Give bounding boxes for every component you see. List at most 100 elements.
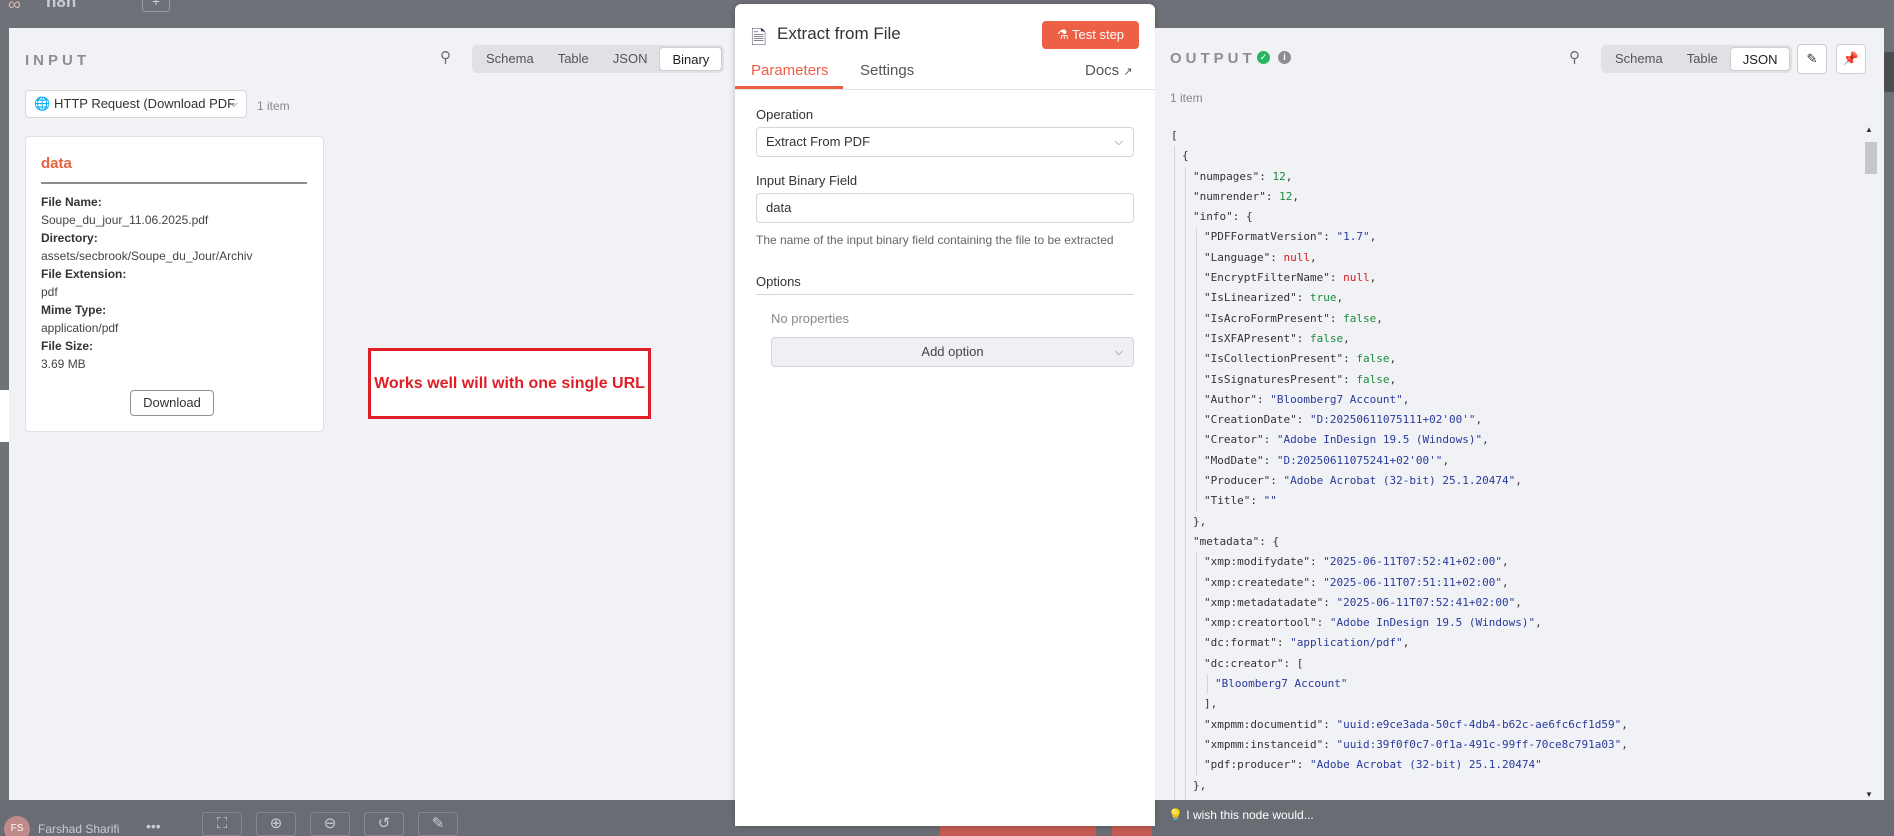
tidy-up-icon[interactable]: ✎ bbox=[418, 812, 458, 836]
input-source-select[interactable]: 🌐 HTTP Request (Download PDF ⌵ bbox=[25, 90, 247, 118]
tab-parameters[interactable]: Parameters bbox=[751, 62, 829, 79]
reset-zoom-icon[interactable]: ↺ bbox=[364, 812, 404, 836]
search-icon[interactable]: ⚲ bbox=[440, 48, 451, 66]
file-extension-label: File Extension: bbox=[41, 267, 127, 281]
json-line: "xmpmm:documentid": "uuid:e9ce3ada-50cf-… bbox=[1171, 714, 1861, 735]
execute-workflow-button[interactable] bbox=[940, 826, 1096, 836]
extract-file-icon: 🗎 bbox=[751, 28, 767, 49]
mime-type-value: application/pdf bbox=[41, 321, 119, 335]
json-token: [ bbox=[1296, 656, 1304, 670]
scroll-up-icon[interactable]: ▲ bbox=[1865, 125, 1873, 134]
json-line: "CreationDate": "D:20250611075111+02'00'… bbox=[1171, 410, 1861, 431]
json-viewer[interactable]: [{"numpages": 12, "numrender": 12, "info":… bbox=[1171, 126, 1861, 800]
json-token: , bbox=[1482, 433, 1489, 447]
add-option-button[interactable]: Add option ⌵ bbox=[771, 337, 1134, 367]
chevron-down-icon: ⌵ bbox=[1114, 136, 1123, 148]
json-token: , bbox=[1369, 271, 1377, 285]
add-tag-button[interactable]: + bbox=[142, 0, 170, 12]
json-token: , bbox=[1336, 291, 1344, 305]
json-token: "uuid:e9ce3ada-50cf-4db4-b62c-ae6fc6cf1d… bbox=[1336, 717, 1622, 731]
json-token: [ bbox=[1171, 129, 1178, 142]
json-line: "xmp:createdate": "2025-06-11T07:51:11+0… bbox=[1171, 572, 1861, 593]
json-token: , bbox=[1502, 555, 1509, 569]
fit-view-icon[interactable]: ⛶ bbox=[202, 812, 242, 836]
file-name-value: Soupe_du_jour_11.06.2025.pdf bbox=[41, 213, 209, 227]
json-token: "numrender": bbox=[1193, 189, 1280, 203]
workflow-title: n8n bbox=[46, 0, 77, 11]
json-token: true bbox=[1309, 291, 1337, 305]
docs-link[interactable]: Docs ↗ bbox=[1085, 62, 1133, 79]
scroll-down-icon[interactable]: ▼ bbox=[1865, 790, 1873, 799]
json-line: "IsLinearized": true, bbox=[1171, 288, 1861, 309]
json-line: "Creator": "Adobe InDesign 19.5 (Windows… bbox=[1171, 430, 1861, 451]
file-size-value: 3.69 MB bbox=[41, 357, 86, 371]
json-token: , bbox=[1309, 250, 1317, 264]
json-token: "text": bbox=[1193, 799, 1246, 800]
json-token: "dc:creator": bbox=[1204, 656, 1297, 670]
search-icon[interactable]: ⚲ bbox=[1569, 48, 1580, 66]
json-token: "Creator": bbox=[1204, 433, 1277, 447]
json-token: "Adobe InDesign 19.5 (Windows)" bbox=[1276, 433, 1483, 447]
json-line: }, bbox=[1171, 511, 1861, 532]
json-token: , bbox=[1369, 230, 1377, 244]
json-line: "EncryptFilterName": null, bbox=[1171, 268, 1861, 289]
json-token: , bbox=[1535, 616, 1542, 630]
json-token: "Producer": bbox=[1204, 474, 1284, 488]
json-token: }, bbox=[1193, 514, 1207, 528]
json-line: { bbox=[1171, 146, 1861, 167]
tab-schema[interactable]: Schema bbox=[474, 47, 546, 71]
json-token: "xmpmm:documentid": bbox=[1204, 717, 1337, 731]
json-token: , bbox=[1389, 352, 1397, 366]
scrollbar[interactable] bbox=[1863, 126, 1879, 800]
json-token: , bbox=[1515, 595, 1522, 609]
json-token: "Bloomberg7 Account" bbox=[1270, 392, 1403, 406]
json-token: false bbox=[1356, 372, 1390, 386]
binary-field-input[interactable]: data bbox=[756, 193, 1134, 223]
binary-property-name: data bbox=[41, 155, 72, 172]
zoom-in-icon[interactable]: ⊕ bbox=[256, 812, 296, 836]
json-token: "application/pdf" bbox=[1290, 636, 1403, 650]
json-token: "2025-06-11T07:52:41+02:00" bbox=[1336, 595, 1516, 609]
json-token: "pdf:producer": bbox=[1204, 758, 1310, 772]
json-token: , bbox=[1621, 737, 1628, 751]
avatar[interactable]: FS bbox=[4, 816, 30, 836]
json-token: , bbox=[1402, 636, 1410, 650]
json-token: "Author": bbox=[1204, 392, 1271, 406]
chevron-down-icon: ⌵ bbox=[1114, 346, 1123, 358]
json-token: , bbox=[1442, 453, 1450, 467]
edit-output-icon[interactable]: ✎ bbox=[1797, 44, 1827, 74]
no-properties-text: No properties bbox=[771, 311, 850, 326]
operation-select[interactable]: Extract From PDF ⌵ bbox=[756, 127, 1134, 157]
test-step-button[interactable]: ⚗ Test step bbox=[1042, 21, 1139, 49]
tab-json[interactable]: JSON bbox=[1729, 47, 1791, 71]
scrollbar-thumb[interactable] bbox=[1865, 142, 1877, 174]
directory-label: Directory: bbox=[41, 231, 98, 245]
tab-json[interactable]: JSON bbox=[601, 47, 660, 71]
divider bbox=[41, 182, 307, 184]
json-token: , bbox=[1285, 169, 1293, 183]
binary-field-label: Input Binary Field bbox=[756, 173, 858, 188]
json-token: "xmpmm:instanceid": bbox=[1204, 737, 1337, 751]
tab-schema[interactable]: Schema bbox=[1603, 47, 1675, 71]
info-icon[interactable]: i bbox=[1278, 51, 1291, 64]
json-line: "dc:format": "application/pdf", bbox=[1171, 633, 1861, 654]
json-line: "IsAcroFormPresent": false, bbox=[1171, 308, 1861, 329]
pin-data-icon[interactable]: 📌 bbox=[1836, 44, 1866, 74]
node-settings-panel: 🗎 Extract from File ⚗ Test step Paramete… bbox=[735, 4, 1155, 826]
tab-table[interactable]: Table bbox=[1675, 47, 1730, 71]
download-button[interactable]: Download bbox=[130, 390, 214, 416]
json-token: false bbox=[1343, 311, 1377, 325]
json-line: "Author": "Bloomberg7 Account", bbox=[1171, 389, 1861, 411]
n8n-logo-icon: ∞ bbox=[8, 0, 21, 14]
user-menu-icon[interactable]: ••• bbox=[146, 818, 161, 834]
json-token: "2025-06-11T07:52:41+02:00" bbox=[1323, 555, 1503, 569]
node-title[interactable]: Extract from File bbox=[777, 24, 901, 44]
lightbulb-icon: 💡 bbox=[1168, 808, 1183, 822]
tab-binary[interactable]: Binary bbox=[659, 47, 723, 71]
feedback-prompt[interactable]: 💡 I wish this node would... bbox=[1168, 808, 1314, 822]
zoom-out-icon[interactable]: ⊖ bbox=[310, 812, 350, 836]
execute-extra-button[interactable] bbox=[1112, 826, 1152, 836]
tab-table[interactable]: Table bbox=[546, 47, 601, 71]
tab-settings[interactable]: Settings bbox=[860, 62, 914, 79]
output-panel: OUTPUT ✓ i ⚲ Schema Table JSON ✎ 📌 1 ite… bbox=[1155, 28, 1884, 800]
